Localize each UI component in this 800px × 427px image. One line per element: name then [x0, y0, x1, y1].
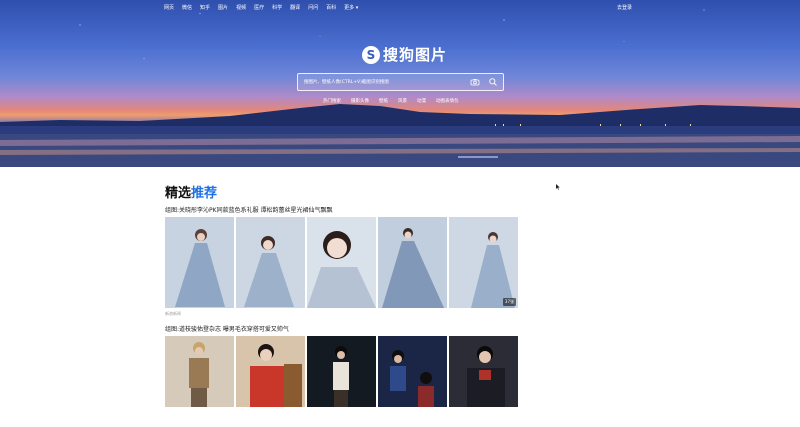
search-input[interactable] [304, 76, 454, 88]
quick-link-anime[interactable]: 动漫 [417, 98, 426, 104]
photo-count-badge: 37张 [502, 298, 516, 306]
album-thumbnail[interactable] [307, 336, 376, 427]
fashion-photo [449, 336, 518, 407]
camera-icon[interactable] [470, 77, 480, 87]
nav-item-web[interactable]: 网页 [164, 4, 174, 11]
nav-item-translate[interactable]: 翻译 [290, 4, 300, 11]
album-caption[interactable]: 组图:关晓彤李沁PK同款蓝色系礼服 谭松韵蕾丝星光裙仙气飘飘 [165, 205, 332, 214]
album-image-row [165, 336, 518, 427]
sogou-logo-icon: S [362, 45, 380, 64]
nav-more-label: 更多 [344, 5, 355, 11]
nav-item-science[interactable]: 科学 [272, 4, 282, 11]
mouse-cursor-icon [556, 184, 560, 190]
quick-link-avatar[interactable]: 摄影头像 [351, 98, 369, 104]
hero-banner: 网页 微信 知乎 图片 视频 医疗 科学 翻译 问问 百科 更多 ▾ 去登录 S… [0, 0, 800, 167]
gown-photo [236, 217, 305, 308]
top-nav: 网页 微信 知乎 图片 视频 医疗 科学 翻译 问问 百科 更多 ▾ [164, 4, 358, 11]
lake-mountain-scene [0, 104, 800, 167]
album-thumbnail[interactable] [236, 217, 305, 308]
album-thumbnail[interactable] [307, 217, 376, 308]
gown-photo [449, 217, 518, 308]
nav-item-baike[interactable]: 百科 [326, 4, 336, 11]
fashion-photo [378, 336, 447, 407]
nav-item-more[interactable]: 更多 ▾ [344, 4, 358, 11]
album-thumbnail[interactable] [236, 336, 305, 427]
quick-link-hot[interactable]: 热门搜索 [323, 98, 341, 104]
nav-item-video[interactable]: 视频 [236, 4, 246, 11]
album-thumbnail[interactable]: 37张 [449, 217, 518, 308]
logo-text: 搜狗图片 [383, 46, 448, 64]
sogou-images-logo[interactable]: S 搜狗图片 [362, 44, 447, 65]
quick-links: 热门搜索 摄影头像 壁纸 风景 动漫 动图表情包 [323, 98, 459, 104]
login-link[interactable]: 去登录 [617, 4, 632, 11]
search-box [297, 73, 504, 91]
album-source: 新浪新闻 [165, 311, 181, 316]
fashion-photo [165, 336, 234, 407]
album-thumbnail[interactable] [165, 217, 234, 308]
gown-photo [307, 217, 376, 308]
gown-photo [378, 217, 447, 308]
nav-item-wechat[interactable]: 微信 [182, 4, 192, 11]
quick-link-gif[interactable]: 动图表情包 [436, 98, 459, 104]
nav-item-zhihu[interactable]: 知乎 [200, 4, 210, 11]
nav-item-wenwen[interactable]: 问问 [308, 4, 318, 11]
search-icon[interactable] [488, 77, 498, 87]
nav-item-images[interactable]: 图片 [218, 4, 228, 11]
section-title: 精选推荐 [165, 182, 217, 201]
quick-link-scenery[interactable]: 风景 [398, 98, 407, 104]
album-thumbnail[interactable] [449, 336, 518, 427]
section-title-accent: 推荐 [191, 186, 218, 201]
gown-photo [165, 217, 234, 308]
nav-item-medical[interactable]: 医疗 [254, 4, 264, 11]
fashion-photo [236, 336, 305, 407]
album-thumbnail[interactable] [378, 336, 447, 427]
fashion-photo [307, 336, 376, 407]
album-image-row: 37张 [165, 217, 518, 308]
quick-link-wallpaper[interactable]: 壁纸 [379, 98, 388, 104]
section-title-prefix: 精选 [165, 186, 192, 201]
album-thumbnail[interactable] [378, 217, 447, 308]
chevron-down-icon: ▾ [355, 5, 359, 11]
album-caption[interactable]: 组图:道枝骏佑登杂志 曝男毛衣穿搭可爱又帅气 [165, 324, 289, 333]
album-thumbnail[interactable] [165, 336, 234, 427]
